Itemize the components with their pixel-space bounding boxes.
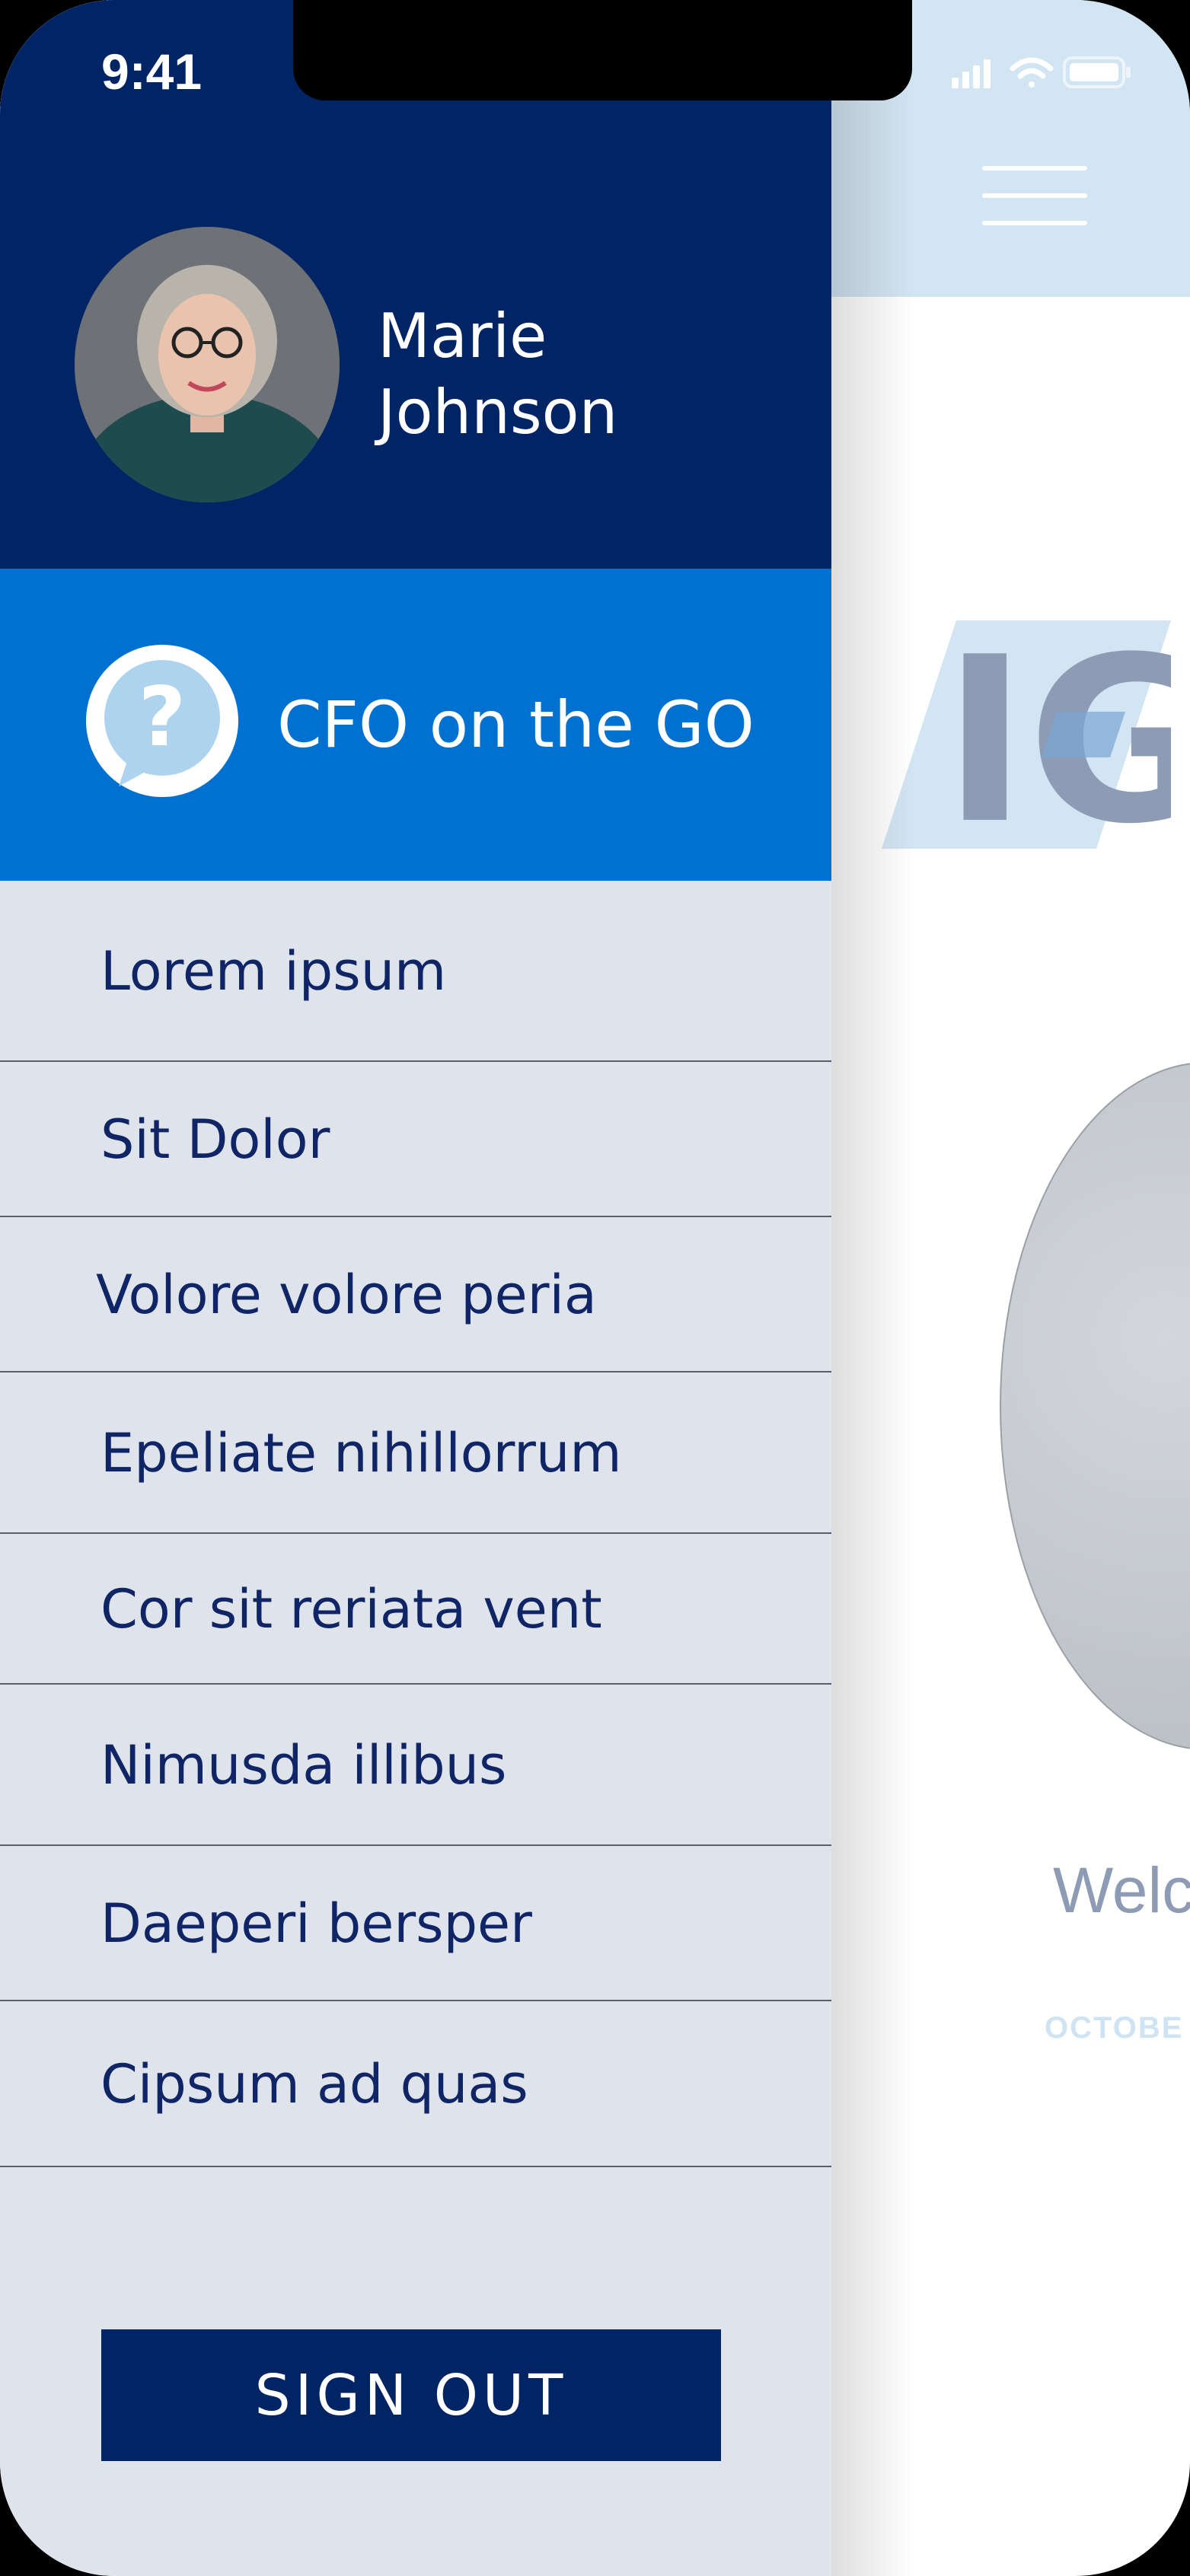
battery-icon — [1063, 56, 1131, 88]
svg-text:?: ? — [139, 670, 187, 765]
menu-item-epeliate-nihillorrum[interactable]: Epeliate nihillorrum — [0, 1372, 831, 1534]
drawer-menu: Lorem ipsum Sit Dolor Volore volore peri… — [0, 881, 831, 2167]
device-notch — [293, 0, 912, 100]
menu-item-label: Sit Dolor — [100, 1108, 330, 1171]
menu-item-cor-sit-reriata-vent[interactable]: Cor sit reriata vent — [0, 1534, 831, 1685]
user-name: Marie Johnson — [378, 298, 804, 451]
welcome-text: Welc — [1053, 1854, 1190, 1926]
menu-item-nimusda-illibus[interactable]: Nimusda illibus — [0, 1685, 831, 1846]
phone-screen: IG Welc OCTOBE Marie Johnson ? CFO on th… — [0, 0, 1190, 2576]
hamburger-menu-icon[interactable] — [982, 166, 1087, 227]
cfo-on-the-go-button[interactable]: ? CFO on the GO — [0, 569, 831, 881]
sign-out-button[interactable]: SIGN OUT — [101, 2329, 721, 2461]
menu-item-label: Volore volore peria — [96, 1264, 597, 1326]
menu-item-label: Lorem ipsum — [100, 940, 447, 1003]
menu-item-label: Cipsum ad quas — [100, 2053, 528, 2115]
ig-logo: IG — [882, 620, 1171, 849]
menu-item-daeperi-bersper[interactable]: Daeperi bersper — [0, 1846, 831, 2001]
menu-item-cipsum-ad-quas[interactable]: Cipsum ad quas — [0, 2001, 831, 2167]
help-chat-icon: ? — [86, 645, 238, 797]
menu-item-label: Epeliate nihillorrum — [100, 1422, 622, 1484]
drawer-shadow — [831, 0, 915, 2576]
signal-icon — [952, 59, 991, 88]
menu-item-label: Nimusda illibus — [100, 1734, 507, 1797]
featured-photo — [1000, 1062, 1190, 1750]
user-first-name: Marie — [378, 301, 547, 371]
wifi-icon — [1010, 57, 1054, 88]
menu-item-label: Daeperi bersper — [100, 1892, 532, 1955]
status-icons — [952, 56, 1131, 88]
status-time: 9:41 — [101, 43, 203, 100]
feature-label: CFO on the GO — [277, 687, 755, 762]
menu-item-sit-dolor[interactable]: Sit Dolor — [0, 1062, 831, 1217]
menu-item-lorem-ipsum[interactable]: Lorem ipsum — [0, 881, 831, 1062]
user-last-name: Johnson — [378, 377, 618, 448]
menu-item-volore-volore-peria[interactable]: Volore volore peria — [0, 1217, 831, 1372]
menu-item-label: Cor sit reriata vent — [100, 1578, 602, 1640]
avatar-portrait-image — [75, 227, 340, 502]
date-text: OCTOBE — [1045, 2011, 1184, 2045]
avatar[interactable] — [75, 227, 340, 502]
navigation-drawer: Marie Johnson ? CFO on the GO Lorem ipsu… — [0, 0, 831, 2576]
